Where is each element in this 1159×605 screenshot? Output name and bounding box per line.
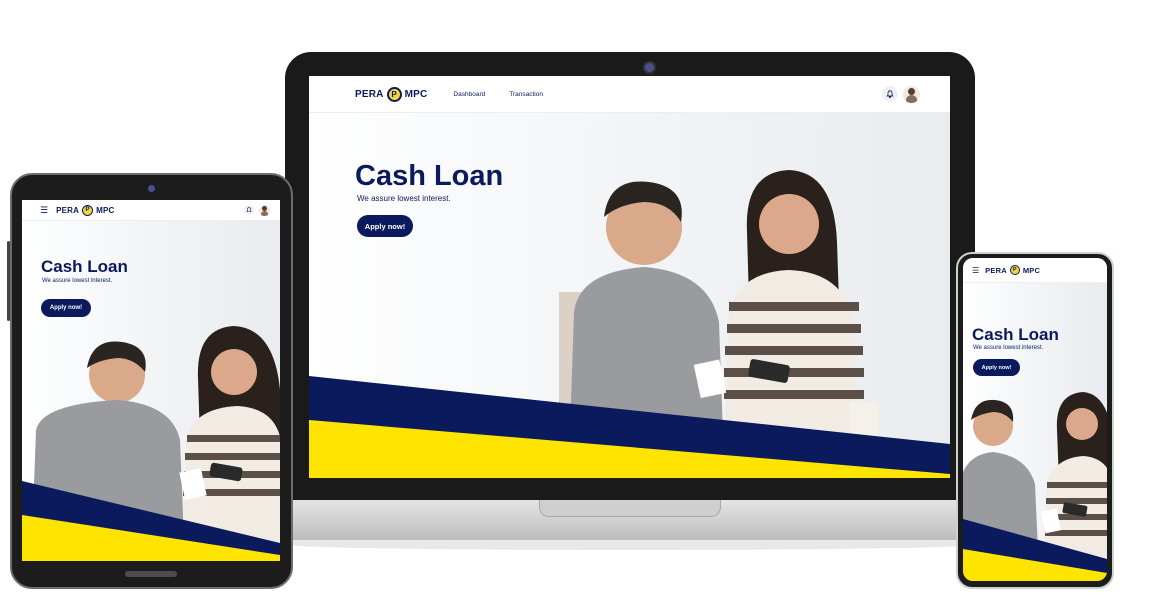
hero-section: Cash Loan We assure lowest interest. App…	[963, 282, 1107, 581]
brand-name-left: PERA	[985, 265, 1007, 275]
top-navbar: ☰ PERA P MPC	[22, 200, 280, 221]
bell-icon[interactable]	[244, 205, 254, 215]
user-avatar[interactable]	[259, 204, 270, 216]
menu-icon[interactable]: ☰	[40, 205, 48, 216]
top-navbar: PERA P MPC Dashboard Transaction	[309, 76, 950, 113]
hero-diagonal-bands	[309, 376, 950, 478]
apply-now-button[interactable]: Apply now!	[357, 215, 413, 237]
hero-subtitle: We assure lowest interest.	[357, 194, 451, 203]
menu-icon[interactable]: ☰	[972, 266, 979, 275]
brand-logo[interactable]: PERA P MPC	[56, 204, 115, 216]
brand-logo[interactable]: PERA P MPC	[355, 86, 428, 102]
hero-subtitle: We assure lowest interest.	[42, 278, 113, 284]
brand-logo[interactable]: PERA P MPC	[985, 265, 1040, 275]
phone-screen: ☰ PERA P MPC Cash Loan We assure lowest …	[963, 258, 1107, 581]
laptop-device: PERA P MPC Dashboard Transaction Cash Lo…	[283, 52, 977, 557]
phone-device: ☰ PERA P MPC Cash Loan We assure lowest …	[956, 252, 1114, 589]
hero-title: Cash Loan	[41, 257, 128, 276]
tablet-side-button	[7, 241, 10, 321]
brand-name-right: MPC	[96, 205, 115, 215]
brand-mark-icon: P	[386, 86, 402, 102]
nav-right-group	[244, 204, 270, 216]
top-navbar: ☰ PERA P MPC	[963, 258, 1107, 283]
apply-now-button[interactable]: Apply now!	[41, 299, 91, 317]
laptop-base-shadow	[293, 540, 967, 550]
tablet-home-bar	[125, 571, 177, 577]
user-avatar[interactable]	[903, 85, 920, 103]
tablet-screen: ☰ PERA P MPC Cash Loan We assure lowest …	[22, 200, 280, 561]
hero-diagonal-bands	[22, 481, 280, 561]
nav-transaction-link[interactable]: Transaction	[509, 91, 543, 98]
brand-mark-icon: P	[82, 204, 94, 216]
laptop-screen: PERA P MPC Dashboard Transaction Cash Lo…	[309, 76, 950, 478]
brand-name-left: PERA	[56, 205, 80, 215]
hero-title: Cash Loan	[355, 160, 504, 192]
brand-name-left: PERA	[355, 88, 384, 100]
nav-right-group	[882, 85, 920, 103]
laptop-webcam	[643, 61, 656, 74]
laptop-hinge	[539, 500, 721, 517]
tablet-device: ☰ PERA P MPC Cash Loan We assure lowest …	[7, 173, 293, 589]
hero-section: Cash Loan We assure lowest interest. App…	[22, 220, 280, 561]
apply-now-button[interactable]: Apply now!	[973, 359, 1020, 376]
nav-dashboard-link[interactable]: Dashboard	[453, 91, 485, 98]
bell-icon[interactable]	[882, 86, 898, 102]
tablet-camera	[148, 185, 155, 192]
hero-title: Cash Loan	[972, 325, 1059, 344]
hero-subtitle: We assure lowest interest.	[973, 345, 1044, 351]
brand-name-right: MPC	[404, 88, 428, 100]
hero-diagonal-bands	[963, 519, 1107, 581]
hero-section: Cash Loan We assure lowest interest. App…	[309, 112, 950, 478]
brand-mark-icon: P	[1009, 265, 1020, 275]
brand-name-right: MPC	[1022, 265, 1041, 275]
